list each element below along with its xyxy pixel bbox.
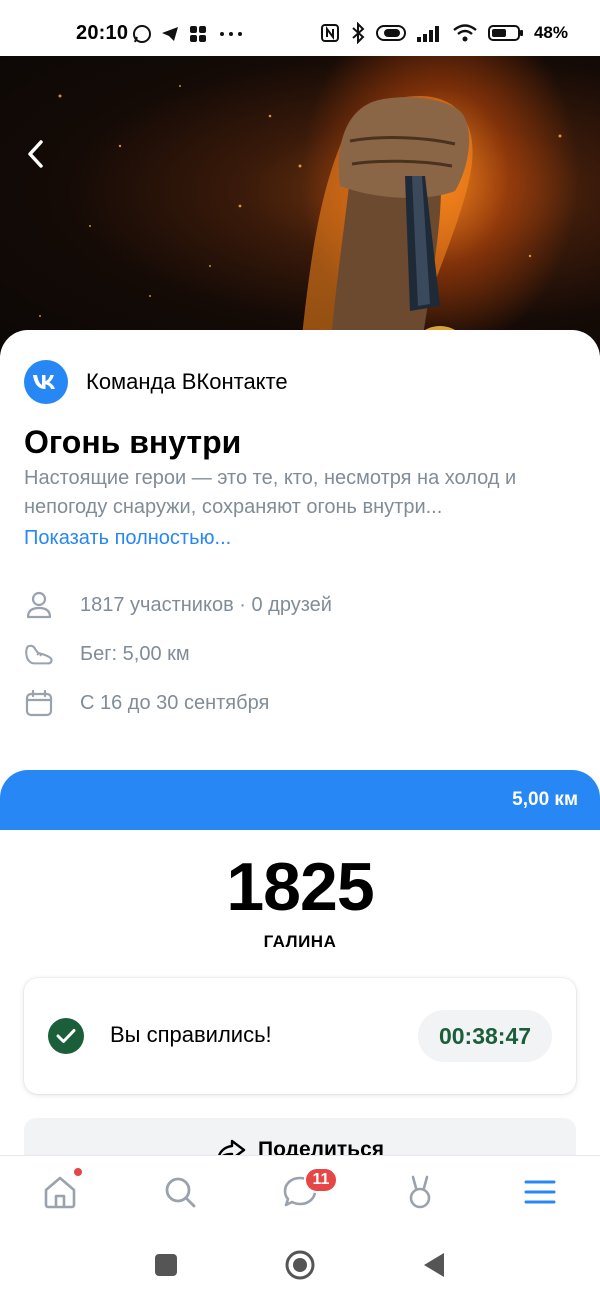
completion-card: Вы справились! 00:38:47 [24,978,576,1094]
runner-name: ГАЛИНА [263,932,337,951]
wifi-icon [453,24,477,42]
battery-icon [487,25,523,41]
back-system-button[interactable] [418,1249,450,1281]
bluetooth-icon [352,22,365,44]
home-notification-dot [74,1168,82,1176]
notification-icons [132,24,246,44]
menu-icon [524,1180,556,1204]
back-button[interactable] [16,134,56,174]
challenge-title: Огонь внутри [24,424,242,460]
search-icon [165,1177,196,1208]
author-name: Команда ВКонтакте [86,369,288,394]
clips-icon [409,1175,431,1209]
telegram-icon [162,27,178,41]
distance-value: 5,00 км [512,789,578,810]
calendar-icon [24,688,54,718]
participants-row[interactable]: 1817 участников · 0 друзей [24,590,332,620]
completion-text: Вы справились! [110,1022,272,1047]
challenge-cover-image [0,56,600,356]
apps-icon [190,26,206,42]
finish-place: 1825 [226,849,374,925]
dates-text: С 16 до 30 сентября [80,691,270,714]
recent-apps-button[interactable] [150,1249,182,1281]
tab-messages[interactable]: 11 [280,1167,338,1212]
vk-logo-icon [24,360,68,404]
system-navigation-bar [0,1229,600,1299]
nfc-icon [320,24,339,42]
check-icon [48,1018,84,1054]
square-icon [155,1254,177,1276]
activity-text: Бег: 5,00 км [80,642,190,665]
participants-text: 1817 участников · 0 друзей [80,593,332,616]
activity-row: Бег: 5,00 км [24,639,190,669]
bottom-tab-bar: 11 [0,1155,600,1229]
system-status-icons: 48% [320,22,568,44]
finish-time: 00:38:47 [418,1010,552,1062]
status-bar: 20:10 48% [0,0,600,56]
messages-badge: 11 [304,1167,338,1193]
author-row[interactable]: Команда ВКонтакте [24,360,288,404]
dates-row: С 16 до 30 сентября [24,688,269,718]
toggle-icon [375,25,406,41]
status-time: 20:10 [76,22,129,44]
fist-with-medal-illustration [39,85,562,356]
user-icon [24,590,54,620]
whatsapp-icon [133,25,151,43]
challenge-info-card: Команда ВКонтакте Огонь внутри Настоящие… [0,330,600,758]
chevron-left-icon [28,140,43,168]
battery-level: 48% [533,23,568,42]
tab-clips[interactable] [400,1172,440,1212]
sneaker-icon [24,639,54,669]
circle-icon [285,1250,315,1280]
home-icon [44,1176,76,1209]
home-system-button[interactable] [284,1249,316,1281]
more-dots-icon [220,32,242,36]
triangle-back-icon [424,1253,444,1277]
distance-progress-bar: 5,00 км [0,770,600,830]
tab-menu[interactable] [520,1172,560,1212]
result-area: 1825 ГАЛИНА Вы справились! 00:38:47 Поде… [0,830,600,1178]
show-more-link[interactable]: Показать полностью... [24,527,231,550]
tab-home[interactable] [40,1168,82,1212]
tab-search[interactable] [160,1172,200,1212]
challenge-description: Настоящие герои — это те, кто, несмотря … [24,467,517,518]
signal-icon [416,26,439,42]
